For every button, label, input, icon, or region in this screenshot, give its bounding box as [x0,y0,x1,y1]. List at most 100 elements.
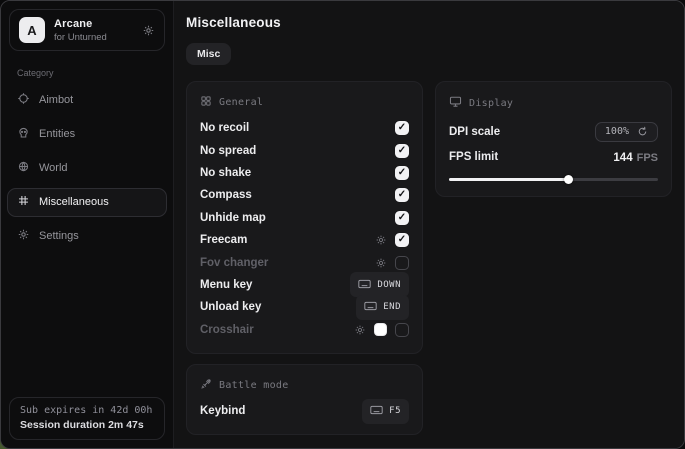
dpi-scale-value: 100% [605,126,629,137]
unload-key-binding[interactable]: END [356,295,409,320]
fps-limit-value: 144FPS [613,148,658,166]
crosshair-color-swatch[interactable] [374,323,387,336]
dpi-scale-control[interactable]: 100% [595,122,658,142]
battle-keybind-binding[interactable]: F5 [362,399,409,424]
setting-row-dpi-scale: DPI scale 100% [449,118,658,145]
gear-icon [17,228,30,244]
keyboard-icon [364,298,377,316]
fov-changer-controls [375,256,409,270]
app-logo: A [19,17,45,43]
tab-bar: Misc [186,43,672,65]
setting-label: Freecam [200,234,247,246]
grid-icon [17,194,30,210]
app-window: A Arcane for Unturned Category Aimbot En… [0,0,685,449]
setting-label: Keybind [200,405,245,417]
setting-label: Unload key [200,301,261,313]
general-card-title: General [219,97,263,108]
page-title: Miscellaneous [186,15,672,30]
skull-icon [17,126,30,142]
tab-misc[interactable]: Misc [186,43,231,65]
no-recoil-checkbox[interactable] [395,121,409,135]
refresh-icon[interactable] [637,126,648,137]
freecam-checkbox[interactable] [395,233,409,247]
general-card-header: General [200,95,409,110]
battle-mode-card: Battle mode Keybind F5 [186,364,423,435]
setting-row-no-spread: No spread [200,139,409,161]
setting-label: No shake [200,167,251,179]
left-column: General No recoil No spread No shake [186,81,423,435]
app-header: A Arcane for Unturned [9,9,165,51]
content-columns: General No recoil No spread No shake [186,81,672,435]
menu-key-binding[interactable]: DOWN [350,272,409,297]
sidebar-item-world[interactable]: World [7,154,167,183]
sidebar-item-settings[interactable]: Settings [7,222,167,251]
setting-row-no-recoil: No recoil [200,117,409,139]
setting-row-fps-limit: FPS limit 144FPS [449,145,658,169]
display-card-header: Display [449,95,658,111]
display-card-title: Display [469,98,513,109]
no-shake-checkbox[interactable] [395,166,409,180]
menu-key-value: DOWN [377,280,401,290]
sidebar-item-miscellaneous[interactable]: Miscellaneous [7,188,167,217]
fps-limit-slider[interactable] [449,174,658,184]
fps-slider-thumb[interactable] [564,175,573,184]
fps-number: 144 [613,152,632,164]
setting-row-fov-changer: Fov changer [200,251,409,273]
unhide-map-checkbox[interactable] [395,211,409,225]
setting-row-crosshair: Crosshair [200,319,409,341]
crosshair-checkbox[interactable] [395,323,409,337]
header-gear-icon[interactable] [142,24,155,37]
fov-changer-gear-icon[interactable] [375,257,387,269]
fps-slider-fill [449,178,568,181]
sidebar-item-label: Miscellaneous [39,196,109,208]
sidebar-item-entities[interactable]: Entities [7,120,167,149]
display-card: Display DPI scale 100% FPS limit 144FPS [435,81,672,197]
fov-changer-checkbox[interactable] [395,256,409,270]
compass-checkbox[interactable] [395,188,409,202]
setting-row-keybind: Keybind F5 [200,400,409,422]
setting-label: No recoil [200,122,249,134]
crosshair-controls [354,323,409,337]
setting-label: Fov changer [200,257,268,269]
sidebar-item-label: Aimbot [39,94,73,106]
sub-expires-text: Sub expires in 42d 00h [20,405,154,416]
globe-icon [17,160,30,176]
sidebar-item-label: World [39,162,68,174]
setting-label: Compass [200,189,252,201]
setting-label: Menu key [200,279,252,291]
setting-row-unload-key: Unload key END [200,296,409,318]
battle-mode-card-title: Battle mode [219,380,289,391]
crosshair-gear-icon[interactable] [354,324,366,336]
general-card: General No recoil No spread No shake [186,81,423,354]
setting-label: DPI scale [449,126,500,138]
freecam-gear-icon[interactable] [375,234,387,246]
crosshair-icon [17,92,30,108]
setting-label: No spread [200,145,256,157]
setting-row-menu-key: Menu key DOWN [200,274,409,296]
general-grid-icon [200,95,212,110]
battle-mode-card-header: Battle mode [200,378,409,393]
session-duration-text: Session duration 2m 47s [20,419,154,431]
app-subtitle: for Unturned [54,32,107,43]
battle-keybind-value: F5 [389,406,401,416]
right-column: Display DPI scale 100% FPS limit 144FPS [435,81,672,197]
unload-key-value: END [383,302,401,312]
setting-row-no-shake: No shake [200,162,409,184]
keyboard-icon [358,276,371,294]
main-content: Miscellaneous Misc General No recoil [174,1,684,448]
setting-row-freecam: Freecam [200,229,409,251]
setting-row-compass: Compass [200,184,409,206]
subscription-info: Sub expires in 42d 00h Session duration … [9,397,165,440]
sidebar-item-aimbot[interactable]: Aimbot [7,86,167,115]
setting-row-unhide-map: Unhide map [200,207,409,229]
keyboard-icon [370,402,383,420]
no-spread-checkbox[interactable] [395,144,409,158]
sword-icon [200,378,212,393]
sidebar-item-label: Settings [39,230,79,242]
sidebar-nav: Aimbot Entities World Miscellaneous Sett… [1,83,173,253]
category-label: Category [17,68,173,78]
sidebar: A Arcane for Unturned Category Aimbot En… [1,1,174,448]
setting-label: Unhide map [200,212,266,224]
app-meta: Arcane for Unturned [54,18,107,43]
setting-label: FPS limit [449,151,498,163]
